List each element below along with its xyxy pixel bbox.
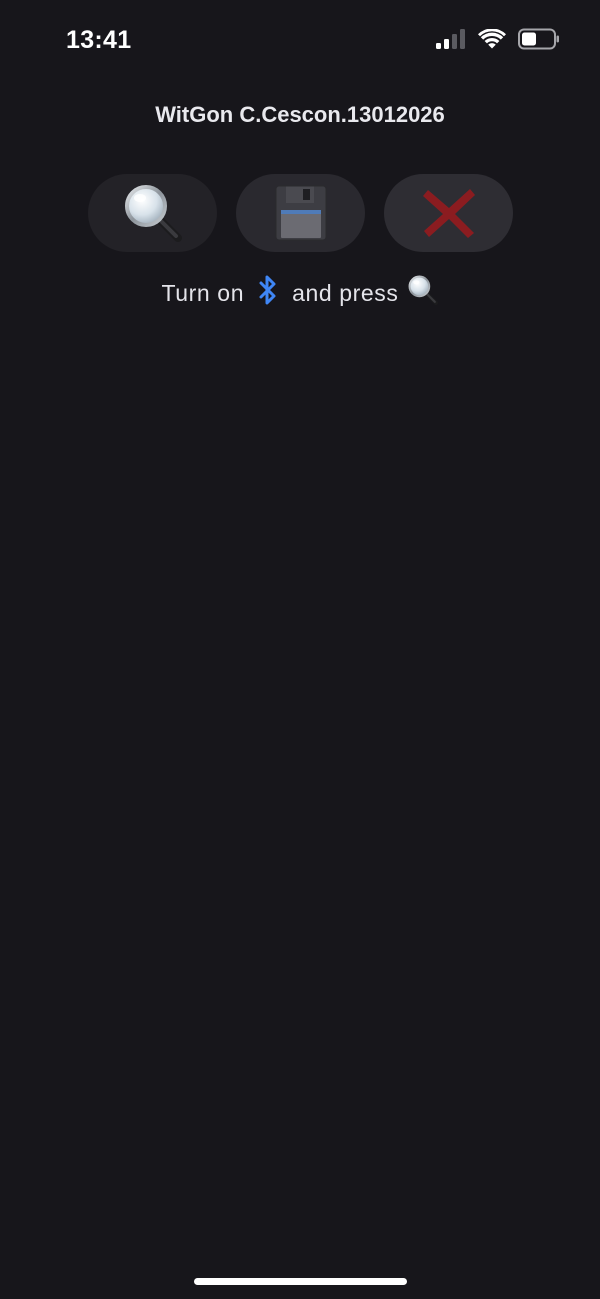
status-time: 13:41 <box>66 26 132 54</box>
search-button[interactable] <box>88 174 217 252</box>
toolbar <box>88 174 513 252</box>
close-button[interactable] <box>384 174 513 252</box>
cross-icon <box>422 189 475 238</box>
page-title: WitGon C.Cescon.13012026 <box>155 102 445 127</box>
bluetooth-icon <box>258 274 278 312</box>
cellular-signal-icon <box>436 29 465 49</box>
status-bar: 13:41 <box>0 0 600 80</box>
magnifier-icon <box>124 185 182 242</box>
hint-text-and-press: and press <box>292 279 399 306</box>
floppy-disk-icon <box>275 185 326 241</box>
magnifier-icon <box>407 274 439 312</box>
status-icons <box>436 28 560 50</box>
save-button[interactable] <box>236 174 365 252</box>
hint-text-turn-on: Turn on <box>161 279 245 306</box>
home-indicator[interactable] <box>194 1278 407 1285</box>
battery-icon <box>518 28 559 50</box>
instruction-hint: Turn on and press <box>0 274 600 312</box>
wifi-icon <box>478 28 506 48</box>
